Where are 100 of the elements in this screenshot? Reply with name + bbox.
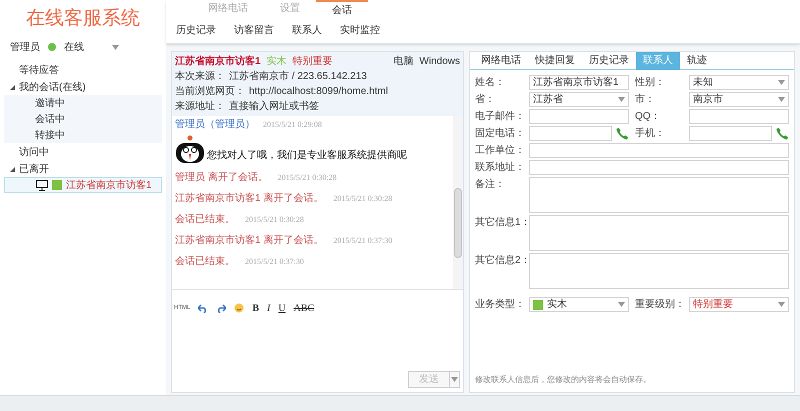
caret-icon <box>778 302 785 307</box>
panel-tab[interactable]: 历史记录 <box>582 52 636 70</box>
scrollbar-thumb[interactable] <box>454 188 462 258</box>
message-time: 2015/5/21 0:30:28 <box>245 214 304 226</box>
expand-arrow-icon[interactable] <box>10 84 15 90</box>
message-time: 2015/5/21 0:30:28 <box>278 172 337 184</box>
cartoon-avatar-drawing <box>175 135 205 163</box>
message-time: 2015/5/21 0:29:08 <box>263 118 322 130</box>
field-label: QQ： <box>635 110 662 124</box>
sub-tab[interactable]: 访客留言 <box>234 22 274 38</box>
field-label: 市： <box>635 92 656 107</box>
info-label: 当前浏览网页： <box>175 84 245 99</box>
phone-icon[interactable] <box>776 127 789 140</box>
system-message: 会话已结束。 <box>175 254 235 269</box>
user-name: 管理员 <box>10 40 40 54</box>
panel-tab[interactable]: 快捷回复 <box>528 52 582 70</box>
system-message: 管理员 离开了会话。 <box>175 170 268 185</box>
field-label: 备注： <box>475 178 506 192</box>
tree-item[interactable]: 已离开 <box>4 161 162 177</box>
info-label: 来源地址： <box>175 100 225 114</box>
sub-tab[interactable]: 历史记录 <box>176 22 216 38</box>
tree-item[interactable]: 访问中 <box>4 144 162 160</box>
tree-item[interactable]: 江苏省南京市访客1 <box>4 177 162 193</box>
field-label: 性别： <box>635 76 666 90</box>
select-field[interactable]: 江苏省 <box>529 92 629 107</box>
sub-tab[interactable]: 实时监控 <box>340 22 380 38</box>
app-title: 在线客服系统 <box>25 7 141 31</box>
info-value: 江苏省南京市 / 223.65.142.213 <box>229 70 367 84</box>
field-label: 省： <box>475 92 496 107</box>
caret-icon <box>778 80 785 85</box>
message-time: 2015/5/21 0:37:30 <box>245 256 304 268</box>
info-value: http://localhost:8099/home.html <box>249 85 388 99</box>
tag-square <box>533 300 543 310</box>
panel-tab[interactable]: 轨迹 <box>680 52 714 70</box>
expand-arrow-icon[interactable] <box>10 166 15 172</box>
visitor-name: 江苏省南京市访客1 <box>175 54 261 69</box>
send-options-button[interactable] <box>449 372 459 387</box>
tree-item[interactable]: 转接中 <box>4 127 162 143</box>
format-button[interactable]: ABC <box>294 300 314 316</box>
text-field[interactable] <box>529 160 789 175</box>
format-button[interactable]: U <box>278 300 286 316</box>
field-label: 业务类型： <box>475 298 526 312</box>
text-field[interactable] <box>529 109 629 124</box>
emoji-icon[interactable] <box>234 303 244 313</box>
select-field[interactable]: 特别重要 <box>689 297 789 312</box>
sub-tab[interactable]: 联系人 <box>292 22 322 38</box>
field-label: 固定电话： <box>475 126 526 141</box>
undo-icon[interactable] <box>198 304 208 312</box>
text-area[interactable] <box>529 215 789 251</box>
tree-item[interactable]: 会话中 <box>4 111 162 127</box>
message-sender: 管理员（管理员） <box>175 118 255 132</box>
tree-item[interactable]: 等待应答 <box>4 62 162 78</box>
message-text: 您找对人了哦，我们是专业客服系统提供商呢 <box>207 148 407 163</box>
info-label: 本次来源： <box>175 70 225 84</box>
phone-icon[interactable] <box>616 127 629 140</box>
device-label: 电脑 <box>393 54 414 69</box>
caret-icon <box>451 377 458 382</box>
message-time: 2015/5/21 0:37:30 <box>333 234 392 246</box>
text-area[interactable] <box>529 177 789 213</box>
os-label: Windows <box>419 55 460 69</box>
text-field[interactable] <box>689 109 789 124</box>
tree-item[interactable]: 邀请中 <box>4 95 162 111</box>
format-button[interactable]: B <box>252 300 260 316</box>
business-type: 实木 <box>266 54 287 69</box>
text-field[interactable] <box>529 126 612 141</box>
scrollbar[interactable] <box>453 116 463 289</box>
select-field[interactable]: 实木 <box>529 297 629 312</box>
autosave-note: 修改联系人信息后，您修改的内容将会自动保存。 <box>474 374 652 386</box>
status-label[interactable]: 在线 <box>64 40 84 54</box>
field-label: 联系地址： <box>475 160 526 175</box>
top-tab[interactable]: 会话 <box>316 0 368 17</box>
panel-tab[interactable]: 网络电话 <box>474 52 528 70</box>
tree-label: 访问中 <box>19 146 49 160</box>
caret-icon <box>112 44 119 50</box>
text-field[interactable]: 江苏省南京市访客1 <box>529 75 629 90</box>
tree-label: 转接中 <box>35 128 65 142</box>
monitor-icon <box>36 180 48 190</box>
field-label: 重要级别： <box>635 298 686 312</box>
text-field[interactable] <box>689 126 772 141</box>
select-field[interactable]: 未知 <box>689 75 789 90</box>
format-button[interactable]: I <box>267 300 270 316</box>
caret-icon <box>618 97 625 102</box>
field-label: 手机： <box>635 126 666 141</box>
message-time: 2015/5/21 0:30:28 <box>333 192 392 204</box>
select-field[interactable]: 南京市 <box>689 92 789 107</box>
field-label: 其它信息2： <box>475 254 529 268</box>
tree-item[interactable]: 我的会话(在线) <box>4 79 162 95</box>
tree-label: 我的会话(在线) <box>19 80 86 94</box>
redo-icon[interactable] <box>216 304 226 312</box>
field-label: 其它信息1： <box>475 216 529 230</box>
field-label: 电子邮件： <box>475 110 526 124</box>
caret-icon <box>618 302 625 307</box>
field-label: 工作单位： <box>475 144 526 158</box>
tree-label: 邀请中 <box>35 96 65 110</box>
tree-label: 会话中 <box>35 112 65 126</box>
system-message: 会话已结束。 <box>175 212 235 227</box>
text-area[interactable] <box>529 253 789 289</box>
text-field[interactable] <box>529 143 789 158</box>
system-message: 江苏省南京市访客1 离开了会话。 <box>175 234 324 248</box>
field-label: 姓名： <box>475 76 506 90</box>
